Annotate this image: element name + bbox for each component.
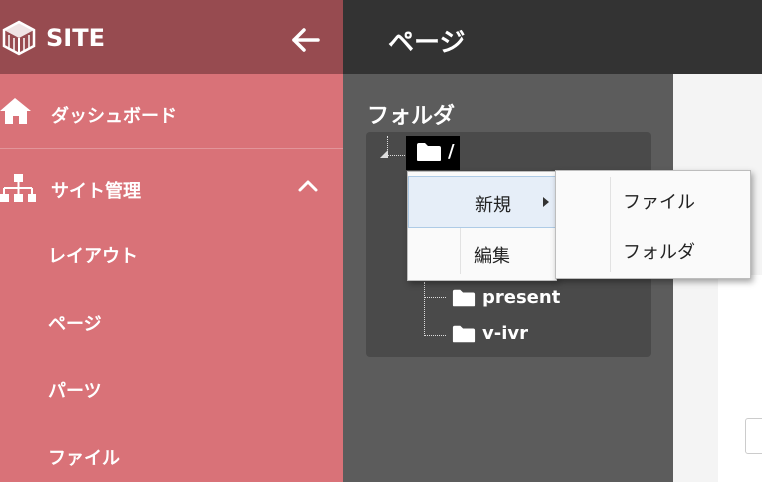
- site-title[interactable]: SITE: [46, 24, 105, 52]
- sidebar-subitem-parts[interactable]: パーツ: [48, 377, 102, 403]
- tree-connector: [424, 282, 425, 336]
- sidebar-item-dashboard[interactable]: ダッシュボード: [0, 94, 343, 134]
- page-title: ページ: [388, 28, 466, 58]
- folder-icon: [417, 142, 441, 161]
- arrow-left-icon[interactable]: [288, 22, 324, 58]
- tree-node-label: v-ivr: [482, 323, 528, 344]
- context-menu: 新規 編集: [407, 171, 557, 281]
- sidebar-header: SITE: [0, 0, 343, 74]
- submenu-item-file[interactable]: ファイル: [556, 174, 750, 226]
- menu-item-new[interactable]: 新規: [408, 176, 556, 228]
- chevron-up-icon[interactable]: [296, 178, 320, 194]
- tree-node-label: present: [482, 287, 561, 308]
- menu-item-label: フォルダ: [623, 242, 695, 263]
- folder-icon: [452, 289, 476, 306]
- cube-logo-icon: [2, 20, 36, 56]
- sidebar-subitem-file[interactable]: ファイル: [48, 444, 120, 470]
- menu-item-label: 新規: [475, 195, 511, 216]
- submenu-item-folder[interactable]: フォルダ: [556, 224, 750, 276]
- caret-right-icon: [543, 197, 549, 207]
- sidebar-subitem-page[interactable]: ページ: [48, 310, 102, 336]
- tree-toggle-icon[interactable]: [380, 150, 388, 158]
- tree-connector: [424, 335, 446, 336]
- menu-item-edit[interactable]: 編集: [408, 228, 556, 280]
- sidebar-divider: [0, 148, 343, 149]
- folder-heading: フォルダ: [367, 104, 456, 129]
- sidebar-item-label: サイト管理: [51, 181, 141, 202]
- tree-node-v-ivr[interactable]: v-ivr: [452, 323, 528, 344]
- tree-node-root[interactable]: /: [416, 141, 455, 162]
- folder-icon: [452, 325, 476, 342]
- right-input-box[interactable]: [745, 418, 762, 454]
- home-icon: [0, 98, 31, 124]
- tree-connector: [387, 155, 405, 156]
- context-submenu: ファイル フォルダ: [555, 170, 751, 279]
- menu-item-label: ファイル: [623, 192, 695, 213]
- tree-node-present[interactable]: present: [452, 287, 560, 308]
- sidebar-item-label: ダッシュボード: [51, 106, 177, 127]
- sidebar-subitem-layout[interactable]: レイアウト: [48, 242, 138, 268]
- tree-node-label: /: [448, 141, 455, 162]
- top-bar: ページ: [343, 0, 762, 74]
- sidebar-item-site-admin[interactable]: サイト管理: [0, 168, 343, 208]
- sitemap-icon: [0, 174, 36, 202]
- sidebar: SITE ダッシュボード サイト管理 レイアウト ページ パーツ ファイル: [0, 0, 343, 482]
- tree-connector: [424, 297, 446, 298]
- menu-item-label: 編集: [474, 246, 510, 267]
